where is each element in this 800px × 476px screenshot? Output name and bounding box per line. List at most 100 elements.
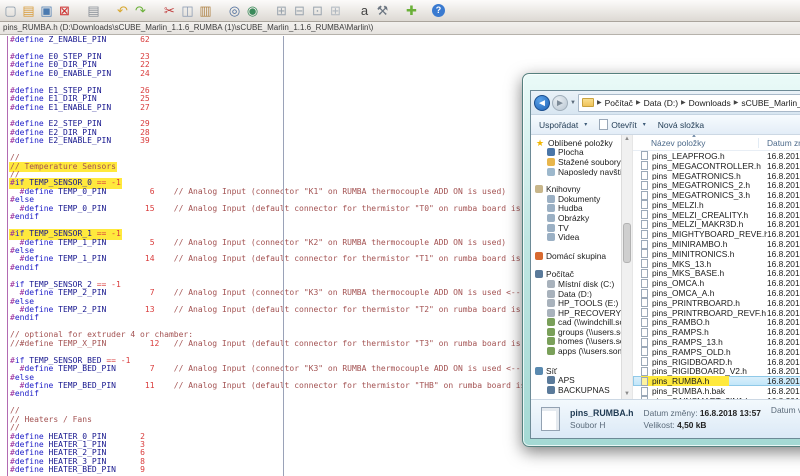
help-icon[interactable]: ? <box>432 4 445 17</box>
find-in-files-icon[interactable]: ◉ <box>244 2 261 19</box>
sidebar-item-tv[interactable]: TV <box>535 223 621 233</box>
column-header-name[interactable]: Název položky <box>633 138 759 148</box>
scroll-down-icon[interactable]: ▼ <box>622 390 632 399</box>
close-file-icon[interactable]: ⊠ <box>56 2 73 19</box>
font-icon[interactable]: a <box>356 2 373 19</box>
sidebar-item-groups-users-soma-cz[interactable]: groups (\\users.soma.cz) <box>535 327 621 337</box>
sidebar-item-label: Data (D:) <box>558 289 592 299</box>
back-button[interactable]: ◄ <box>534 95 550 111</box>
sidebar-item-m-stn-disk-c[interactable]: Místní disk (C:) <box>535 279 621 289</box>
sidebar-item-dokumenty[interactable]: Dokumenty <box>535 194 621 204</box>
new-file-icon[interactable]: ▢ <box>2 2 19 19</box>
update-icon[interactable]: ✚ <box>403 2 420 19</box>
sidebar-item-dom-c-skupina[interactable]: Domácí skupina <box>535 251 621 261</box>
list-header: ▲ Název položky Datum změny <box>633 135 800 151</box>
sidebar-item-apps-users-soma-cz-z[interactable]: apps (\\users.soma.cz) (Z <box>535 346 621 356</box>
file-row[interactable]: pins_MEGATRONICS_2.h16.8.2018 13:57 <box>633 180 800 190</box>
file-row[interactable]: pins_MINITRONICS.h16.8.2018 13:57 <box>633 249 800 259</box>
breadcrumb[interactable]: ▶Počítač▶Data (D:)▶Downloads▶sCUBE_Marli… <box>578 94 800 112</box>
sidebar-item-videa[interactable]: Videa <box>535 232 621 242</box>
scrollbar-thumb[interactable] <box>623 223 631 263</box>
cut-icon[interactable]: ✂ <box>161 2 178 19</box>
open-button[interactable]: Otevřít <box>599 119 646 130</box>
file-row[interactable]: pins_PRINTRBOARD.h16.8.2018 13:57 <box>633 298 800 308</box>
tile-horizontal-icon[interactable]: ⊟ <box>291 2 308 19</box>
file-row[interactable]: pins_MELZI.h16.8.2018 13:57 <box>633 200 800 210</box>
file-row[interactable]: pins_RAMPS.h16.8.2018 13:57 <box>633 327 800 337</box>
sidebar-item-naposledy-nav-t-ven[interactable]: Naposledy navštívené <box>535 167 621 177</box>
file-row[interactable]: pins_MINIRAMBO.h16.8.2018 13:57 <box>633 239 800 249</box>
cascade-windows-icon[interactable]: ⊞ <box>327 2 344 19</box>
sidebar-item-label: cad (\\windchill.soma.cz) <box>558 318 621 328</box>
file-row[interactable]: pins_RAMPS_OLD.h16.8.2018 13:57 <box>633 347 800 357</box>
sidebar-item-homes-users-soma-cz[interactable]: homes (\\users.soma.cz) <box>535 337 621 347</box>
sidebar-item-label: APS <box>558 375 575 385</box>
sidebar-item-po-ta[interactable]: Počítač <box>535 270 621 280</box>
file-name-cell: pins_MEGATRONICS_3.h <box>641 190 767 200</box>
recent-pages-caret-icon[interactable]: ▼ <box>570 100 576 106</box>
new-window-icon[interactable]: ⊞ <box>273 2 290 19</box>
scroll-up-icon[interactable]: ▲ <box>622 135 632 144</box>
forward-button[interactable]: ► <box>552 95 568 111</box>
navigation-pane: ★Oblíbené položkyPlochaStažené souboryNa… <box>531 135 621 399</box>
sidebar-item-sta-en-soubory[interactable]: Stažené soubory <box>535 157 621 167</box>
sidebar-item-plocha[interactable]: Plocha <box>535 148 621 158</box>
sidebar-item-obl-ben-polo-ky[interactable]: ★Oblíbené položky <box>535 138 621 148</box>
file-row[interactable]: pins_RIGIDBOARD.h16.8.2018 13:57 <box>633 357 800 367</box>
file-row[interactable]: pins_RAMBO.h16.8.2018 13:57 <box>633 318 800 328</box>
file-row[interactable]: pins_PRINTRBOARD_REVF.h16.8.2018 13:57 <box>633 308 800 318</box>
sidebar-item-knihovny[interactable]: Knihovny <box>535 184 621 194</box>
file-icon <box>641 338 648 347</box>
column-header-modified[interactable]: Datum změny <box>759 138 800 148</box>
file-name: pins_RIGIDBOARD.h <box>652 357 732 367</box>
file-row[interactable]: pins_OMCA_A.h16.8.2018 13:57 <box>633 288 800 298</box>
open-file-icon[interactable]: ▤ <box>20 2 37 19</box>
sidebar-item-hp-tools-e[interactable]: HP_TOOLS (E:) <box>535 298 621 308</box>
network-drive-icon <box>547 328 555 336</box>
navigation-scrollbar[interactable]: ▲ ▼ <box>621 135 632 399</box>
redo-icon[interactable]: ↷ <box>132 2 149 19</box>
tile-vertical-icon[interactable]: ⊡ <box>309 2 326 19</box>
file-row[interactable]: pins_MKS_BASE.h16.8.2018 13:57 <box>633 269 800 279</box>
save-file-icon[interactable]: ▣ <box>38 2 55 19</box>
sidebar-item-backupnas[interactable]: BACKUPNAS <box>535 385 621 395</box>
file-row[interactable]: pins_MEGACONTROLLER.h16.8.2018 13:57 <box>633 161 800 171</box>
file-name: pins_RAMBO.h <box>652 318 710 328</box>
undo-icon[interactable]: ↶ <box>114 2 131 19</box>
breadcrumb-segment[interactable]: Data (D:) <box>644 98 678 108</box>
organize-button[interactable]: Uspořádat <box>539 120 587 130</box>
sidebar-item-cad-windchill-soma-cz[interactable]: cad (\\windchill.soma.cz) <box>535 318 621 328</box>
paste-icon[interactable]: ▥ <box>197 2 214 19</box>
breadcrumb-segment[interactable]: Počítač <box>605 98 633 108</box>
file-name: pins_MIGHTYBOARD_REVE.h <box>652 229 767 239</box>
sidebar-item-aps[interactable]: APS <box>535 375 621 385</box>
file-row[interactable]: pins_MELZI_CREALITY.h16.8.2018 13:57 <box>633 210 800 220</box>
file-row[interactable]: pins_MEGATRONICS.h16.8.2018 13:57 <box>633 171 800 181</box>
file-row[interactable]: pins_RUMBA.h.bak16.8.2018 13:57 <box>633 386 800 396</box>
find-icon[interactable]: ◎ <box>226 2 243 19</box>
settings-icon[interactable]: ⚒ <box>374 2 391 19</box>
sidebar-item-hudba[interactable]: Hudba <box>535 204 621 214</box>
print-icon[interactable]: ▤ <box>85 2 102 19</box>
breadcrumb-segment[interactable]: sCUBE_Marlin_1.1.6_RUMBA (1) <box>741 98 800 108</box>
file-row[interactable]: pins_MKS_13.h16.8.2018 13:57 <box>633 259 800 269</box>
file-row[interactable]: pins_LEAPFROG.h16.8.2018 13:57 <box>633 151 800 161</box>
file-row[interactable]: pins_MIGHTYBOARD_REVE.h16.8.2018 13:57 <box>633 229 800 239</box>
file-row[interactable]: pins_RIGIDBOARD_V2.h16.8.2018 13:57 <box>633 367 800 377</box>
downloads-folder-icon <box>547 158 555 166</box>
breadcrumb-segment[interactable]: Downloads <box>689 98 731 108</box>
new-folder-button[interactable]: Nová složka <box>658 120 704 130</box>
sidebar-item-hp-recovery-g[interactable]: HP_RECOVERY (G:) <box>535 308 621 318</box>
sidebar-item-data-d[interactable]: Data (D:) <box>535 289 621 299</box>
file-row[interactable]: pins_RUMBA.h16.8.2018 13:57 <box>633 376 800 386</box>
sidebar-item-obr-zky[interactable]: Obrázky <box>535 213 621 223</box>
file-name-cell: pins_RUMBA.h <box>641 376 767 386</box>
file-row[interactable]: pins_MELZI_MAKR3D.h16.8.2018 13:57 <box>633 220 800 230</box>
copy-icon[interactable]: ◫ <box>179 2 196 19</box>
sidebar-item-s[interactable]: Síť <box>535 366 621 376</box>
file-name: pins_MINITRONICS.h <box>652 249 734 259</box>
editor-tab-bar[interactable]: pins_RUMBA.h (D:\Downloads\sCUBE_Marlin_… <box>0 22 800 35</box>
file-row[interactable]: pins_OMCA.h16.8.2018 13:57 <box>633 278 800 288</box>
file-row[interactable]: pins_RAMPS_13.h16.8.2018 13:57 <box>633 337 800 347</box>
file-row[interactable]: pins_MEGATRONICS_3.h16.8.2018 13:57 <box>633 190 800 200</box>
